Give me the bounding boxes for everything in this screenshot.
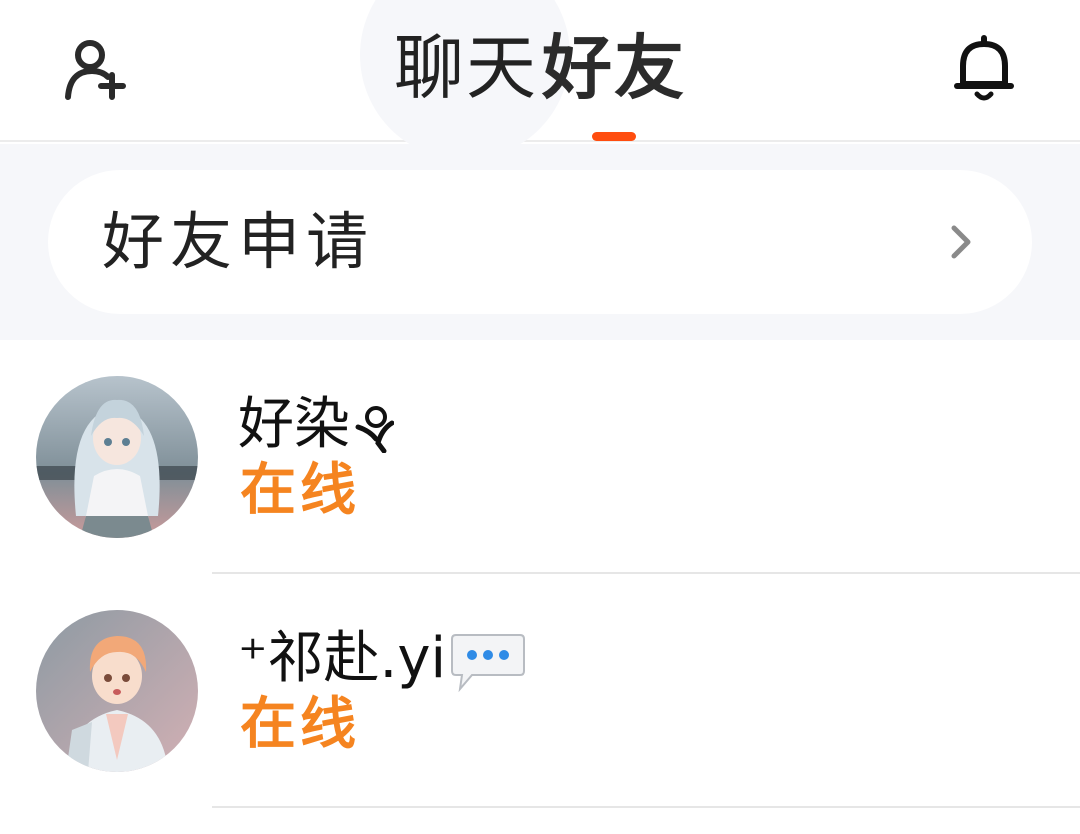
row-divider [212,806,1080,808]
friend-request-entry[interactable]: 好友申请 [48,170,1032,314]
friend-request-label: 好友申请 [102,205,375,278]
friend-list-item[interactable]: 好染 在线 [0,340,1080,574]
friend-name-text: ⁺祁赴.yi [238,626,447,691]
bell-icon [954,35,1014,101]
tab-friends[interactable]: 好友 [542,28,686,108]
notifications-button[interactable] [948,30,1020,106]
avatar[interactable] [36,376,198,538]
add-friend-button[interactable] [60,36,132,104]
speech-bubble-icon [451,633,526,693]
online-status: 在线 [240,692,360,757]
friend-name: ⁺祁赴.yi [238,624,526,694]
tab-chat[interactable]: 聊天 [394,28,538,108]
friend-name: 好染 [238,390,394,460]
online-status: 在线 [240,458,360,523]
active-tab-indicator [592,132,636,141]
friend-request-section: 好友申请 [0,144,1080,340]
avatar[interactable] [36,610,198,772]
friend-name-text: 好染 [238,392,350,457]
friend-list-item[interactable]: ⁺祁赴.yi 在线 [0,574,1080,808]
chevron-right-icon [951,225,971,259]
top-bar: 聊天 好友 [0,0,1080,160]
tab-bar: 聊天 好友 [360,0,720,160]
flower-sprout-icon [355,405,394,453]
add-user-icon [65,40,126,100]
friend-list: 好染 在线 ⁺祁赴.yi 在线 [0,340,1080,834]
